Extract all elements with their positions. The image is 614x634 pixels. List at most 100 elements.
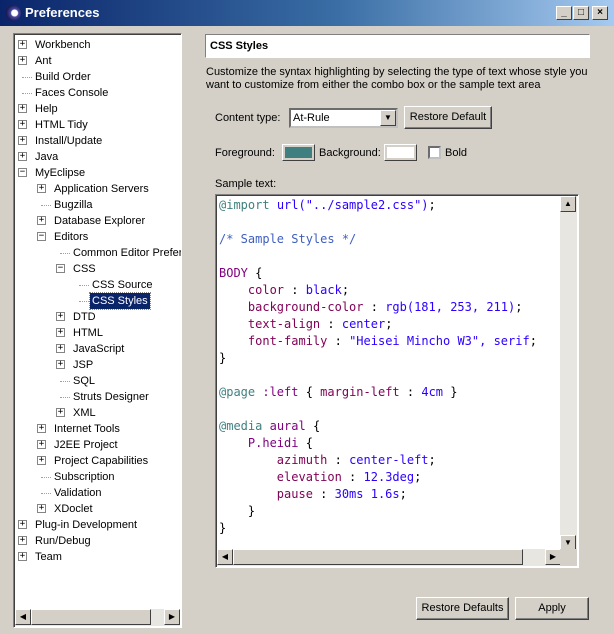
minimize-button[interactable]: _ — [556, 6, 572, 20]
tree-item[interactable]: Faces Console — [33, 85, 110, 101]
restore-default-button[interactable]: Restore Default — [404, 106, 492, 129]
scroll-right-icon[interactable]: ▶ — [545, 549, 561, 565]
scroll-thumb[interactable] — [31, 609, 151, 625]
restore-defaults-button[interactable]: Restore Defaults — [416, 597, 509, 620]
code-token: center-left — [349, 453, 429, 467]
tree-item[interactable]: Team — [33, 549, 64, 565]
scroll-left-icon[interactable]: ◀ — [217, 549, 233, 565]
tree-item[interactable]: SQL — [71, 373, 97, 389]
dropdown-arrow-icon[interactable]: ▼ — [380, 110, 396, 126]
tree-connector — [79, 285, 89, 286]
background-color-button[interactable] — [384, 144, 417, 161]
collapse-icon[interactable]: − — [18, 168, 27, 177]
tree-item[interactable]: XML — [71, 405, 98, 421]
expand-icon[interactable]: + — [18, 40, 27, 49]
tree-item[interactable]: XDoclet — [52, 501, 95, 517]
expand-icon[interactable]: + — [37, 440, 46, 449]
code-token: ; — [399, 487, 407, 501]
expand-icon[interactable]: + — [37, 456, 46, 465]
tree-item[interactable]: JavaScript — [71, 341, 126, 357]
tree-connector — [22, 77, 32, 78]
code-line: } — [219, 503, 559, 520]
tree-item[interactable]: Application Servers — [52, 181, 151, 197]
expand-icon[interactable]: + — [56, 312, 65, 321]
tree-item[interactable]: J2EE Project — [52, 437, 120, 453]
tree-item[interactable]: Workbench — [33, 37, 92, 53]
tree-item[interactable]: Help — [33, 101, 60, 117]
code-token: ; — [414, 470, 422, 484]
tree-item[interactable]: Common Editor Preferences — [71, 245, 181, 261]
code-token: : — [399, 385, 422, 399]
expand-icon[interactable]: + — [18, 552, 27, 561]
expand-icon[interactable]: + — [18, 120, 27, 129]
tree-item[interactable]: Editors — [52, 229, 90, 245]
tree-item[interactable]: Project Capabilities — [52, 453, 150, 469]
bold-checkbox[interactable] — [428, 146, 441, 159]
tree-item[interactable]: DTD — [71, 309, 98, 325]
tree-item[interactable]: MyEclipse — [33, 165, 87, 181]
maximize-button[interactable]: □ — [573, 6, 589, 20]
tree-item[interactable]: Java — [33, 149, 60, 165]
sample-text-area[interactable]: @import url("../sample2.css"); /* Sample… — [215, 194, 579, 568]
tree-item[interactable]: HTML Tidy — [33, 117, 90, 133]
tree-item[interactable]: Struts Designer — [71, 389, 151, 405]
code-token: "Heisei Mincho W3", serif — [349, 334, 530, 348]
expand-icon[interactable]: + — [37, 216, 46, 225]
code-line: background-color : rgb(181, 253, 211); — [219, 299, 559, 316]
tree-item[interactable]: Subscription — [52, 469, 117, 485]
apply-button[interactable]: Apply — [515, 597, 589, 620]
expand-icon[interactable]: + — [37, 504, 46, 513]
tree-item[interactable]: JSP — [71, 357, 95, 373]
tree-item[interactable]: Plug-in Development — [33, 517, 139, 533]
expand-icon[interactable]: + — [18, 520, 27, 529]
editor-vertical-scrollbar[interactable]: ▲ ▼ — [560, 196, 577, 551]
expand-icon[interactable]: + — [18, 152, 27, 161]
code-token: ; — [428, 198, 436, 212]
sample-code[interactable]: @import url("../sample2.css"); /* Sample… — [219, 197, 559, 549]
expand-icon[interactable]: + — [37, 424, 46, 433]
expand-icon[interactable]: + — [56, 360, 65, 369]
collapse-icon[interactable]: − — [56, 264, 65, 273]
close-button[interactable]: × — [592, 6, 608, 20]
window-title: Preferences — [25, 5, 100, 20]
tree-item[interactable]: Build Order — [33, 69, 93, 85]
code-token: url("../sample2.css") — [276, 198, 429, 212]
code-line: font-family : "Heisei Mincho W3", serif; — [219, 333, 559, 350]
scroll-right-icon[interactable]: ▶ — [164, 609, 180, 625]
expand-icon[interactable]: + — [56, 408, 65, 417]
tree-item[interactable]: Ant — [33, 53, 54, 69]
title-bar: Preferences _ □ × — [0, 0, 614, 26]
tree-item[interactable]: HTML — [71, 325, 105, 341]
content-type-label: Content type: — [215, 112, 281, 124]
tree-item[interactable]: CSS Styles — [89, 292, 151, 310]
tree-item[interactable]: CSS — [71, 261, 98, 277]
code-token: /* Sample Styles */ — [219, 232, 357, 246]
tree-item[interactable]: Validation — [52, 485, 104, 501]
expand-icon[interactable]: + — [18, 136, 27, 145]
scroll-left-icon[interactable]: ◀ — [15, 609, 31, 625]
tree-item[interactable]: Install/Update — [33, 133, 104, 149]
preferences-tree[interactable]: + Workbench + Ant Build Order Faces Console + H… — [13, 33, 182, 628]
tree-item[interactable]: Bugzilla — [52, 197, 95, 213]
scroll-thumb[interactable] — [233, 549, 523, 565]
expand-icon[interactable]: + — [18, 56, 27, 65]
tree-item[interactable]: Database Explorer — [52, 213, 147, 229]
expand-icon[interactable]: + — [56, 328, 65, 337]
tree-item[interactable]: Run/Debug — [33, 533, 93, 549]
expand-icon[interactable]: + — [18, 104, 27, 113]
expand-icon[interactable]: + — [37, 184, 46, 193]
collapse-icon[interactable]: − — [37, 232, 46, 241]
editor-horizontal-scrollbar[interactable]: ◀ ▶ — [217, 549, 561, 566]
code-token: margin-left — [320, 385, 400, 399]
content-type-combo[interactable]: At-Rule ▼ — [289, 108, 398, 128]
tree-item[interactable]: CSS Source — [90, 277, 155, 293]
expand-icon[interactable]: + — [56, 344, 65, 353]
expand-icon[interactable]: + — [18, 536, 27, 545]
tree-item[interactable]: Internet Tools — [52, 421, 122, 437]
scroll-up-icon[interactable]: ▲ — [560, 196, 576, 212]
tree-horizontal-scrollbar[interactable]: ◀ ▶ — [15, 609, 180, 626]
foreground-color-button[interactable] — [282, 144, 315, 161]
